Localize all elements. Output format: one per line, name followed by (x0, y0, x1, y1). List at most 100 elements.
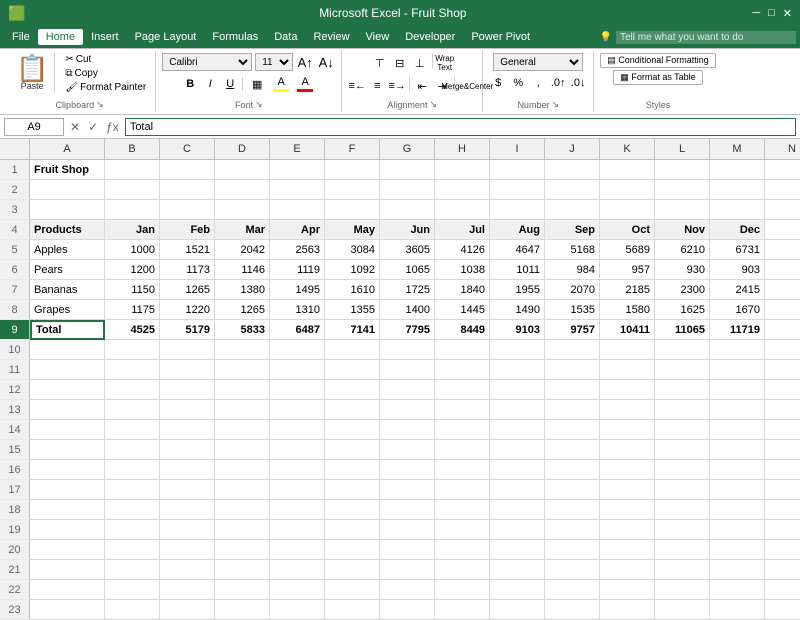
cell-h14[interactable] (435, 420, 490, 440)
cell-l22[interactable] (655, 580, 710, 600)
cell-j3[interactable] (545, 200, 600, 220)
cell-b19[interactable] (105, 520, 160, 540)
confirm-formula-icon[interactable]: ✓ (86, 120, 100, 134)
cell-n8[interactable] (765, 300, 800, 320)
cell-i3[interactable] (490, 200, 545, 220)
cell-f11[interactable] (325, 360, 380, 380)
menu-file[interactable]: File (4, 29, 38, 45)
cell-e21[interactable] (270, 560, 325, 580)
cell-d11[interactable] (215, 360, 270, 380)
cell-b9[interactable]: 4525 (105, 320, 160, 340)
cell-j16[interactable] (545, 460, 600, 480)
cell-h7[interactable]: 1840 (435, 280, 490, 300)
cell-l10[interactable] (655, 340, 710, 360)
cell-h4[interactable]: Jul (435, 220, 490, 240)
cell-a18[interactable] (30, 500, 105, 520)
cell-n14[interactable] (765, 420, 800, 440)
cell-d22[interactable] (215, 580, 270, 600)
indent-dec-btn[interactable]: ⇤ (413, 77, 431, 95)
cell-i8[interactable]: 1490 (490, 300, 545, 320)
cell-j2[interactable] (545, 180, 600, 200)
cell-e1[interactable] (270, 160, 325, 180)
cell-e5[interactable]: 2563 (270, 240, 325, 260)
menu-power-pivot[interactable]: Power Pivot (463, 29, 538, 45)
cell-m9[interactable]: 11719 (710, 320, 765, 340)
cell-i12[interactable] (490, 380, 545, 400)
cell-n20[interactable] (765, 540, 800, 560)
italic-button[interactable]: I (201, 75, 219, 93)
format-painter-button[interactable]: 🖌 Format Painter (62, 81, 149, 94)
cell-i15[interactable] (490, 440, 545, 460)
comma-btn[interactable]: , (529, 74, 547, 92)
cell-b12[interactable] (105, 380, 160, 400)
cell-n10[interactable] (765, 340, 800, 360)
cell-n18[interactable] (765, 500, 800, 520)
font-expand-icon[interactable]: ↘ (255, 99, 263, 110)
cell-d14[interactable] (215, 420, 270, 440)
cell-a22[interactable] (30, 580, 105, 600)
cell-h3[interactable] (435, 200, 490, 220)
cell-c17[interactable] (160, 480, 215, 500)
cell-i10[interactable] (490, 340, 545, 360)
cell-c7[interactable]: 1265 (160, 280, 215, 300)
align-left-btn[interactable]: ≡← (348, 77, 366, 95)
cell-d18[interactable] (215, 500, 270, 520)
cell-k12[interactable] (600, 380, 655, 400)
cell-c2[interactable] (160, 180, 215, 200)
clipboard-expand-icon[interactable]: ↘ (96, 99, 104, 110)
cell-k22[interactable] (600, 580, 655, 600)
cell-a17[interactable] (30, 480, 105, 500)
cell-l6[interactable]: 930 (655, 260, 710, 280)
cell-k1[interactable] (600, 160, 655, 180)
cell-d10[interactable] (215, 340, 270, 360)
menu-developer[interactable]: Developer (397, 29, 463, 45)
cell-n21[interactable] (765, 560, 800, 580)
cell-d21[interactable] (215, 560, 270, 580)
cell-h9[interactable]: 8449 (435, 320, 490, 340)
cell-h8[interactable]: 1445 (435, 300, 490, 320)
dec-dec-btn[interactable]: .0↓ (569, 74, 587, 92)
cell-c22[interactable] (160, 580, 215, 600)
col-header-g[interactable]: G (380, 139, 435, 159)
cell-b2[interactable] (105, 180, 160, 200)
cell-h16[interactable] (435, 460, 490, 480)
percent-btn[interactable]: % (509, 74, 527, 92)
cell-i18[interactable] (490, 500, 545, 520)
cell-n5[interactable] (765, 240, 800, 260)
col-header-c[interactable]: C (160, 139, 215, 159)
cell-c18[interactable] (160, 500, 215, 520)
cell-e23[interactable] (270, 600, 325, 620)
cell-i19[interactable] (490, 520, 545, 540)
cell-m15[interactable] (710, 440, 765, 460)
cell-g16[interactable] (380, 460, 435, 480)
cell-n19[interactable] (765, 520, 800, 540)
cell-a4[interactable]: Products (30, 220, 105, 240)
conditional-formatting-btn[interactable]: ▤ Conditional Formatting (600, 53, 716, 68)
cell-g1[interactable] (380, 160, 435, 180)
cell-f14[interactable] (325, 420, 380, 440)
cell-h13[interactable] (435, 400, 490, 420)
cell-d1[interactable] (215, 160, 270, 180)
increase-font-btn[interactable]: A↑ (296, 53, 314, 71)
cell-d19[interactable] (215, 520, 270, 540)
cell-g19[interactable] (380, 520, 435, 540)
cell-m5[interactable]: 6731 (710, 240, 765, 260)
cell-f20[interactable] (325, 540, 380, 560)
cell-d15[interactable] (215, 440, 270, 460)
font-name-select[interactable]: Calibri (162, 53, 252, 71)
cell-g2[interactable] (380, 180, 435, 200)
cell-l5[interactable]: 6210 (655, 240, 710, 260)
cell-j17[interactable] (545, 480, 600, 500)
col-header-m[interactable]: M (710, 139, 765, 159)
align-right-btn[interactable]: ≡→ (388, 77, 406, 95)
cell-a5[interactable]: Apples (30, 240, 105, 260)
cell-l18[interactable] (655, 500, 710, 520)
cell-a20[interactable] (30, 540, 105, 560)
tell-me-input[interactable] (616, 31, 796, 44)
cell-e9[interactable]: 6487 (270, 320, 325, 340)
cell-n15[interactable] (765, 440, 800, 460)
cell-e12[interactable] (270, 380, 325, 400)
cell-l8[interactable]: 1625 (655, 300, 710, 320)
cell-f16[interactable] (325, 460, 380, 480)
cell-d13[interactable] (215, 400, 270, 420)
